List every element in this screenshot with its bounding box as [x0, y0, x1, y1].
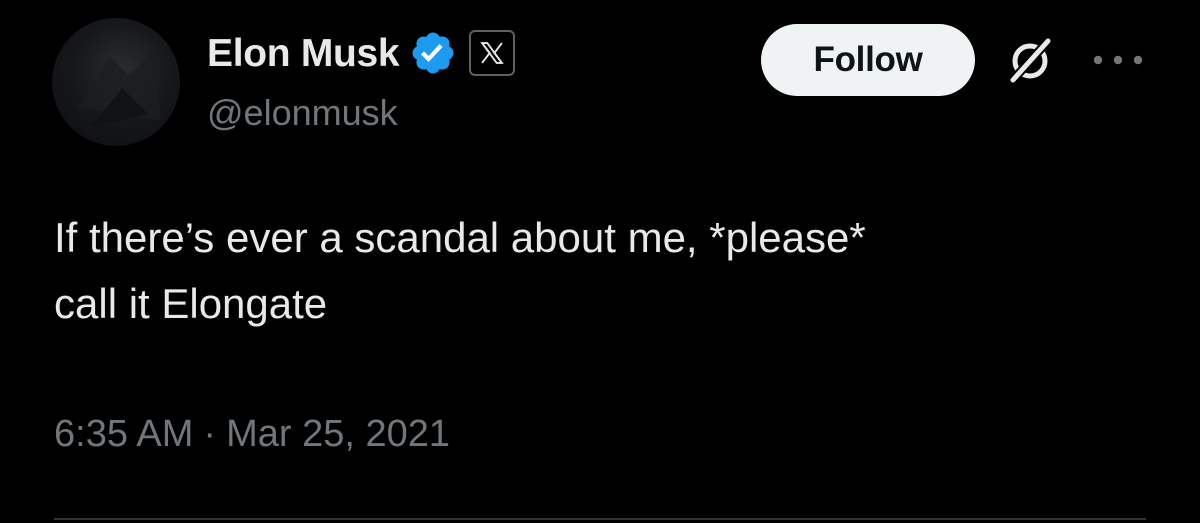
- more-icon[interactable]: [1090, 46, 1146, 74]
- author-name-row: Elon Musk: [207, 26, 516, 80]
- tweet-text: If there’s ever a scandal about me, *ple…: [54, 214, 866, 327]
- author-handle[interactable]: @elonmusk: [207, 95, 398, 131]
- verified-badge-icon[interactable]: [409, 29, 457, 77]
- tweet-date: Mar 25, 2021: [226, 413, 450, 455]
- divider: [54, 518, 1146, 520]
- tweet-time: 6:35 AM: [54, 413, 194, 455]
- timestamp-separator: ·: [203, 413, 217, 455]
- tweet-card: Elon Musk @elonmusk Follow If there’s ev…: [0, 0, 1200, 523]
- follow-button[interactable]: Follow: [761, 24, 975, 96]
- avatar-image: [77, 50, 161, 127]
- author-display-name[interactable]: Elon Musk: [207, 34, 400, 73]
- tweet-timestamp[interactable]: 6:35 AM · Mar 25, 2021: [54, 412, 450, 458]
- avatar[interactable]: [52, 18, 180, 146]
- x-logo-icon[interactable]: [469, 30, 516, 76]
- grok-icon[interactable]: [1003, 34, 1057, 88]
